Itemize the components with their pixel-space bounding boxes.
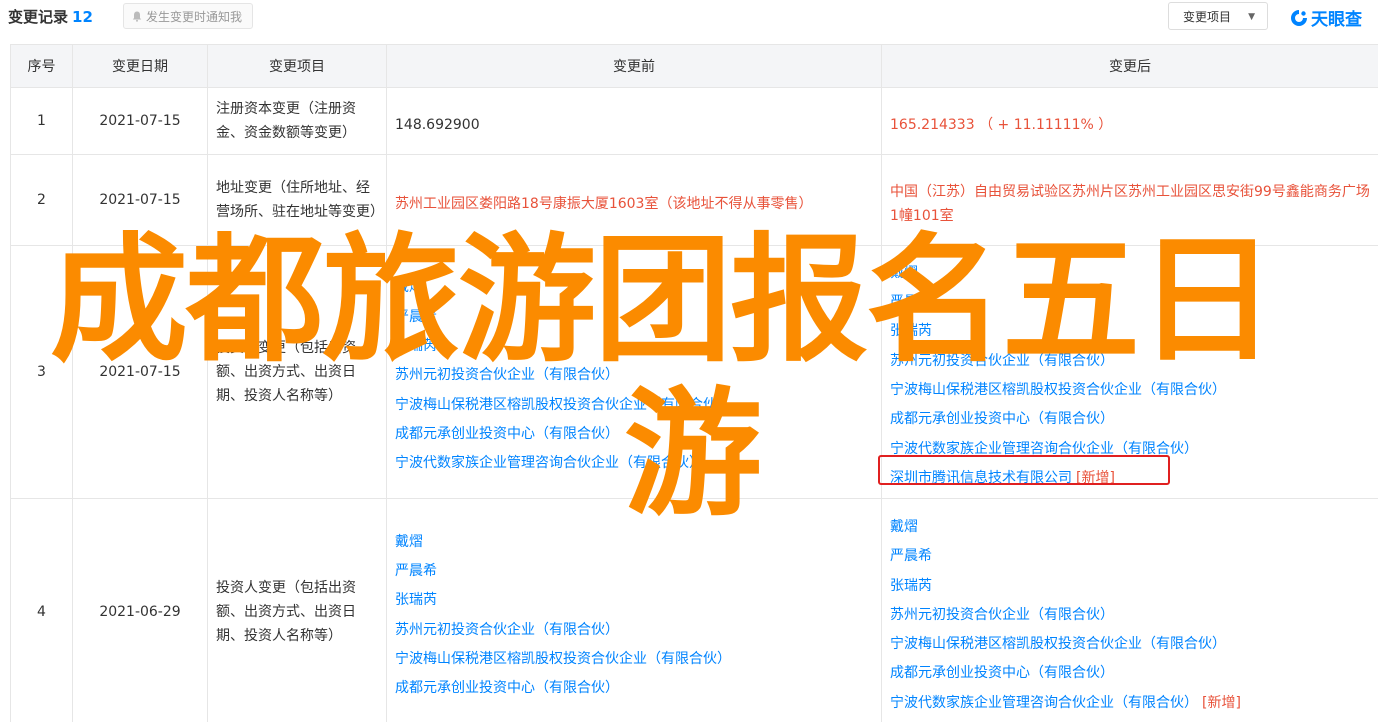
row-before: 苏州工业园区娄阳路18号康振大厦1603室（该地址不得从事零售） [386,154,882,246]
row-date: 2021-06-29 [72,498,208,722]
bell-icon [132,11,142,22]
investor-link[interactable]: 严晨希 [395,557,873,586]
caret-down-icon: ▼ [1248,12,1255,22]
row-seq: 3 [10,245,73,499]
notify-button[interactable]: 发生变更时通知我 [123,3,254,29]
investor-link[interactable]: 张瑞芮 [890,572,1370,601]
after-value: 165.214333 （ + 11.11111% ） [890,117,1113,133]
table-row: 3 2021-07-15 投资人变更（包括出资额、出资方式、出资日期、投资人名称… [10,245,1378,499]
row-before: 148.692900 [386,87,882,155]
investor-link[interactable]: 苏州元初投资合伙企业（有限合伙） [890,347,1370,376]
investor-link[interactable]: 成都元承创业投资中心（有限合伙） [890,659,1370,688]
row-item: 注册资本变更（注册资金、资金数额等变更） [207,87,387,155]
investor-link[interactable]: 苏州元初投资合伙企业（有限合伙） [890,601,1370,630]
column-header-before: 变更前 [386,44,882,88]
row-date: 2021-07-15 [72,154,208,246]
new-tag: [新增] [1202,694,1241,711]
row-before: 戴熠 严晨希 张瑞芮 苏州元初投资合伙企业（有限合伙） 宁波梅山保税港区榕凯股权… [386,498,882,722]
investor-link[interactable]: 宁波代数家族企业管理咨询合伙企业（有限合伙） [890,695,1198,711]
header: 变更记录 12 发生变更时通知我 变更项目 ▼ 天眼查 [0,0,1378,34]
table-row: 2 2021-07-15 地址变更（住所地址、经营场所、驻在地址等变更） 苏州工… [10,154,1378,246]
new-investor-line: 宁波代数家族企业管理咨询合伙企业（有限合伙） [新增] [890,689,1370,718]
row-before: 戴熠 严晨希 张瑞芮 苏州元初投资合伙企业（有限合伙） 宁波梅山保税港区榕凯股权… [386,245,882,499]
logo-icon [1291,9,1307,26]
investor-link[interactable]: 严晨希 [890,542,1370,571]
investor-link[interactable]: 成都元承创业投资中心（有限合伙） [395,420,873,449]
investor-link[interactable]: 张瑞芮 [395,332,873,361]
select-label: 变更项目 [1183,9,1232,24]
logo: 天眼查 [1289,5,1362,30]
after-value: 中国（江苏）自由贸易试验区苏州片区苏州工业园区思安街99号鑫能商务广场1幢101… [890,184,1370,224]
investor-link[interactable]: 宁波梅山保税港区榕凯股权投资合伙企业（有限合伙） [890,376,1370,405]
before-value: 148.692900 [395,117,480,133]
investor-link[interactable]: 张瑞芮 [890,317,1370,346]
highlight-annotation [878,455,1170,485]
investor-link[interactable]: 成都元承创业投资中心（有限合伙） [890,405,1370,434]
record-count: 12 [72,8,93,26]
row-item: 地址变更（住所地址、经营场所、驻在地址等变更） [207,154,387,246]
investor-link[interactable]: 戴熠 [395,273,873,302]
investor-link[interactable]: 严晨希 [890,288,1370,317]
row-item: 投资人变更（包括出资额、出资方式、出资日期、投资人名称等） [207,245,387,499]
row-seq: 4 [10,498,73,722]
row-after: 165.214333 （ + 11.11111% ） [881,87,1378,155]
investor-link[interactable]: 严晨希 [395,303,873,332]
investor-link[interactable]: 成都元承创业投资中心（有限合伙） [395,674,873,703]
row-seq: 1 [10,87,73,155]
row-date: 2021-07-15 [72,245,208,499]
table-row: 1 2021-07-15 注册资本变更（注册资金、资金数额等变更） 148.69… [10,87,1378,155]
investor-link[interactable]: 戴熠 [890,259,1370,288]
investor-link[interactable]: 苏州元初投资合伙企业（有限合伙） [395,361,873,390]
investor-link[interactable]: 宁波梅山保税港区榕凯股权投资合伙企业（有限合伙） [890,630,1370,659]
investor-link[interactable]: 张瑞芮 [395,586,873,615]
investor-link[interactable]: 戴熠 [890,513,1370,542]
before-value: 苏州工业园区娄阳路18号康振大厦1603室（该地址不得从事零售） [395,196,813,212]
row-item: 投资人变更（包括出资额、出资方式、出资日期、投资人名称等） [207,498,387,722]
column-header-item: 变更项目 [207,44,387,88]
investor-link[interactable]: 苏州元初投资合伙企业（有限合伙） [395,616,873,645]
column-header-date: 变更日期 [72,44,208,88]
row-after: 中国（江苏）自由贸易试验区苏州片区苏州工业园区思安街99号鑫能商务广场1幢101… [881,154,1378,246]
page-title: 变更记录 12 [8,6,93,27]
row-after: 戴熠 严晨希 张瑞芮 苏州元初投资合伙企业（有限合伙） 宁波梅山保税港区榕凯股权… [881,498,1378,722]
investor-link[interactable]: 宁波梅山保税港区榕凯股权投资合伙企业（有限合伙） [395,645,873,674]
title-text: 变更记录 [8,8,69,26]
column-header-seq: 序号 [10,44,73,88]
change-records-table: 序号 变更日期 变更项目 变更前 变更后 1 2021-07-15 注册资本变更… [10,44,1378,722]
investor-link[interactable]: 戴熠 [395,528,873,557]
investor-link[interactable]: 宁波梅山保税港区榕凯股权投资合伙企业（有限合伙） [395,391,873,420]
table-row: 4 2021-06-29 投资人变更（包括出资额、出资方式、出资日期、投资人名称… [10,498,1378,722]
investor-link[interactable]: 宁波代数家族企业管理咨询合伙企业（有限合伙） [395,449,873,478]
logo-text: 天眼查 [1311,10,1362,30]
notify-label: 发生变更时通知我 [146,9,243,24]
table-header-row: 序号 变更日期 变更项目 变更前 变更后 [10,44,1378,88]
row-date: 2021-07-15 [72,87,208,155]
column-header-after: 变更后 [881,44,1378,88]
row-seq: 2 [10,154,73,246]
change-item-select[interactable]: 变更项目 ▼ [1168,2,1268,30]
